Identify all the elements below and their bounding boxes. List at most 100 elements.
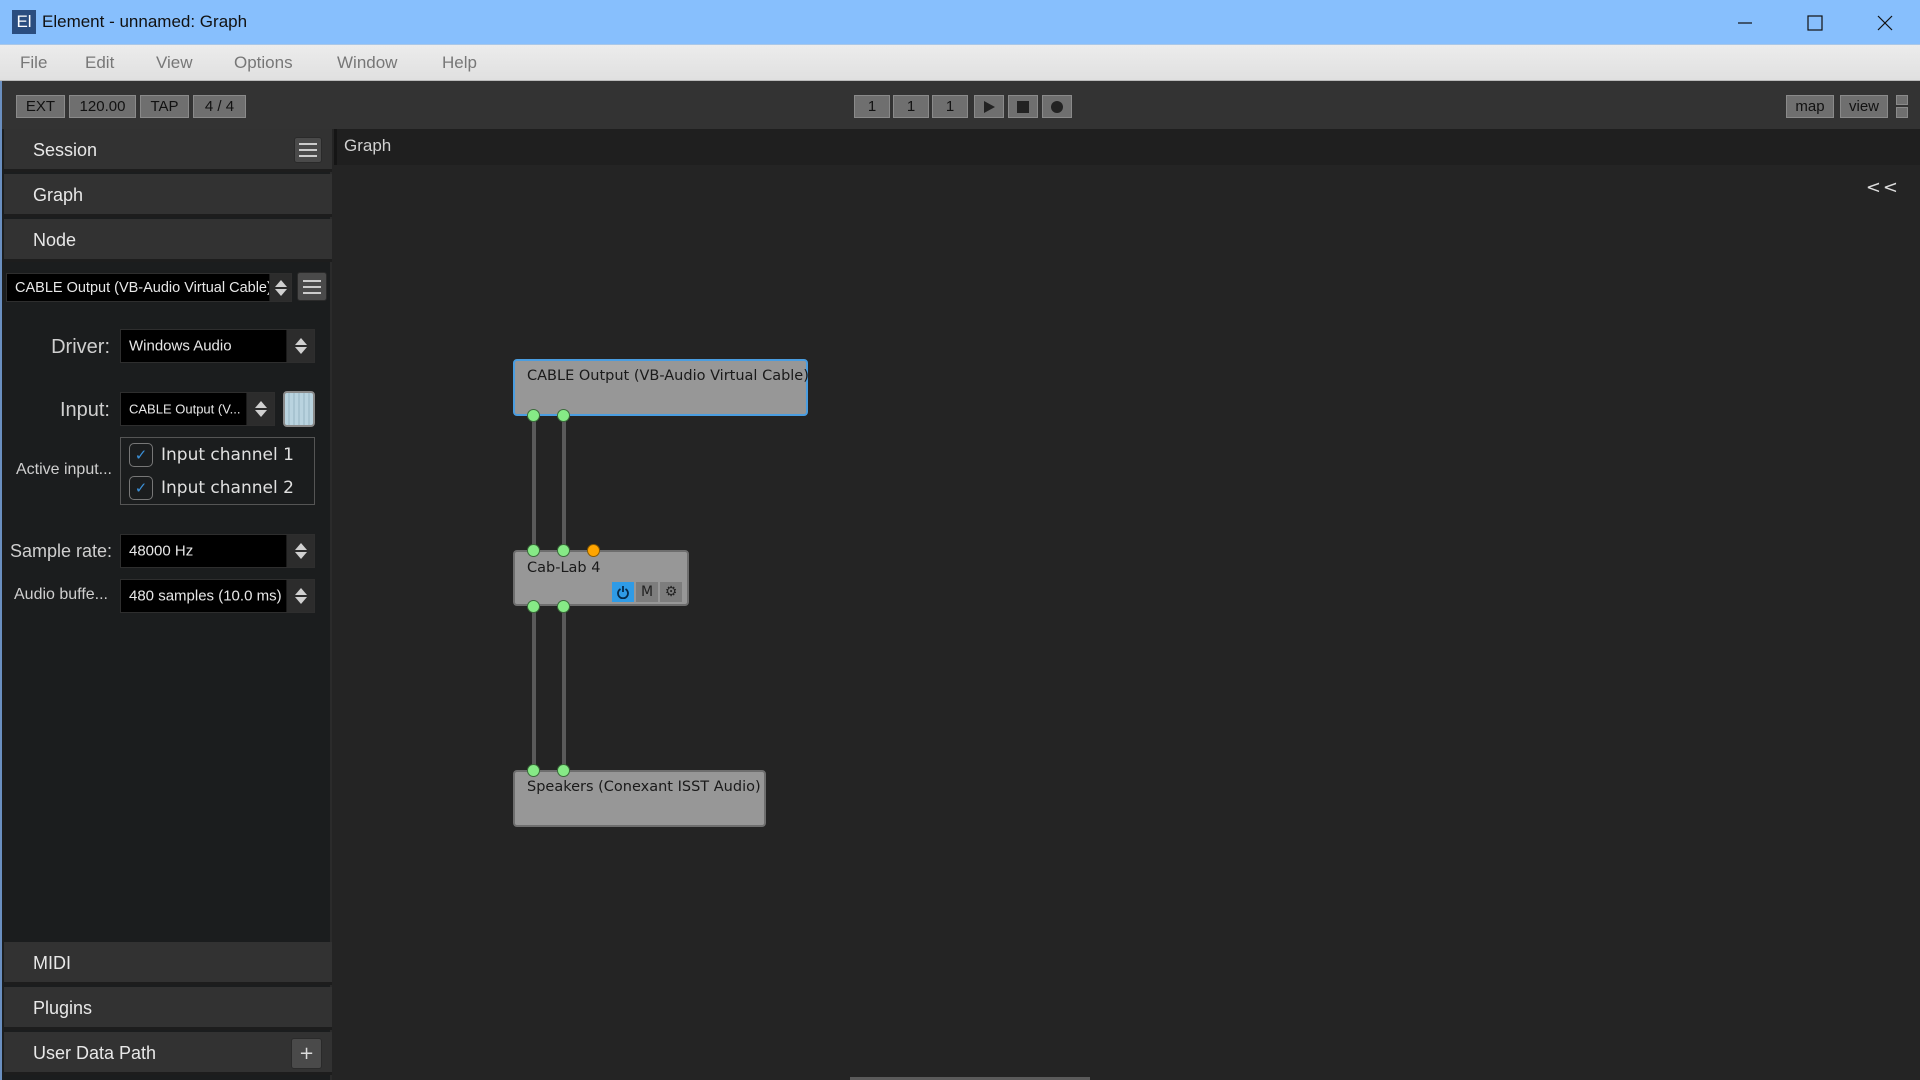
menu-options[interactable]: Options [234, 53, 293, 73]
menu-bar: File Edit View Options Window Help [0, 45, 1920, 81]
panel-node[interactable]: Node [4, 219, 332, 262]
menu-view[interactable]: View [156, 53, 193, 73]
input-channel-2-row[interactable]: ✓ Input channel 2 [129, 475, 294, 501]
connection-wire[interactable] [532, 606, 536, 771]
close-button[interactable] [1850, 0, 1920, 45]
connection-wire[interactable] [562, 416, 566, 551]
audio-output-port[interactable] [557, 600, 570, 613]
input-label: Input: [59, 399, 110, 421]
app-logo-icon: El [12, 10, 36, 34]
panel-plugins[interactable]: Plugins [4, 987, 332, 1030]
maximize-icon [1807, 14, 1823, 31]
input-channel-1-checkbox[interactable]: ✓ [129, 443, 153, 467]
mute-label: M [640, 584, 654, 600]
view-button[interactable]: view [1840, 95, 1888, 118]
node-settings-button[interactable]: ⚙ [660, 582, 682, 602]
input-channel-1-row[interactable]: ✓ Input channel 1 [129, 442, 294, 468]
driver-select[interactable]: Windows Audio [120, 329, 315, 363]
menu-edit[interactable]: Edit [85, 53, 114, 73]
input-value: CABLE Output (V... [129, 401, 241, 417]
arrow-up-icon [294, 543, 307, 550]
position-ticks[interactable]: 1 [932, 95, 968, 118]
time-signature-field[interactable]: 4 / 4 [193, 95, 246, 118]
node-selector[interactable]: CABLE Output (VB-Audio Virtual Cable) [6, 273, 292, 302]
midi-input-port[interactable] [587, 544, 600, 557]
driver-label: Driver: [51, 336, 110, 358]
audio-output-port[interactable] [527, 600, 540, 613]
tap-tempo-button[interactable]: TAP [140, 95, 189, 118]
hamburger-line [303, 291, 321, 294]
stop-icon [1017, 101, 1029, 113]
sample-rate-spin[interactable] [286, 535, 314, 567]
audio-output-port[interactable] [557, 409, 570, 422]
panel-graph[interactable]: Graph [4, 174, 332, 217]
panel-user-data-path-label: User Data Path [33, 1043, 157, 1063]
node-menu-button[interactable] [297, 272, 327, 301]
hamburger-line [299, 149, 317, 151]
checkmark-icon: ✓ [134, 479, 148, 497]
checkmark-icon: ✓ [134, 446, 148, 464]
node-title: CABLE Output (VB-Audio Virtual Cable) [527, 368, 809, 384]
play-icon [984, 101, 995, 113]
session-menu-button[interactable] [294, 137, 322, 163]
node-selector-value: CABLE Output (VB-Audio Virtual Cable) [15, 279, 272, 296]
audio-input-port[interactable] [557, 764, 570, 777]
graph-editor[interactable]: Graph << CABLE Output (VB-Audio Virtual … [334, 129, 1920, 1080]
map-button[interactable]: map [1786, 95, 1834, 118]
graph-node-cable-output[interactable]: CABLE Output (VB-Audio Virtual Cable) [513, 359, 809, 416]
sidebar: Session Graph Node CABLE Output (VB-Audi… [0, 129, 332, 1080]
record-button[interactable] [1042, 95, 1072, 118]
arrow-up-icon [294, 588, 307, 595]
minimize-button[interactable] [1710, 0, 1780, 45]
audio-input-port[interactable] [527, 764, 540, 777]
play-button[interactable] [974, 95, 1004, 118]
tempo-field[interactable]: 120.00 [69, 95, 136, 118]
active-inputs-group: ✓ Input channel 1 ✓ Input channel 2 [120, 437, 315, 505]
position-beats[interactable]: 1 [893, 95, 929, 118]
input-channel-1-label: Input channel 1 [161, 445, 294, 465]
audio-buffer-select[interactable]: 480 samples (10.0 ms) [120, 579, 315, 613]
graph-header: Graph [334, 129, 1920, 165]
gear-icon: ⚙ [664, 584, 678, 600]
panel-toggle-top[interactable] [1896, 95, 1908, 105]
audio-buffer-spin[interactable] [286, 580, 314, 612]
sync-button[interactable]: EXT [16, 95, 65, 118]
panel-graph-label: Graph [33, 185, 84, 205]
graph-node-speakers[interactable]: Speakers (Conexant ISST Audio) [513, 770, 766, 827]
node-power-button[interactable] [612, 582, 634, 602]
node-selector-spin[interactable] [269, 274, 291, 301]
input-level-meter[interactable] [283, 391, 315, 427]
audio-input-port[interactable] [527, 544, 540, 557]
maximize-button[interactable] [1780, 0, 1850, 45]
panel-midi[interactable]: MIDI [4, 942, 332, 985]
panel-toggle-bottom[interactable] [1896, 107, 1908, 118]
driver-value: Windows Audio [129, 337, 232, 355]
connection-wire[interactable] [562, 606, 566, 771]
hamburger-icon [303, 279, 321, 282]
hamburger-line [299, 155, 317, 157]
close-icon [1877, 15, 1893, 30]
connection-wire[interactable] [532, 416, 536, 551]
arrow-down-icon [294, 347, 307, 354]
input-spin[interactable] [246, 393, 274, 425]
arrow-down-icon [294, 597, 307, 604]
menu-file[interactable]: File [20, 53, 47, 73]
arrow-up-icon [294, 338, 307, 345]
panel-user-data-path[interactable]: User Data Path + [4, 1032, 332, 1075]
graph-node-cab-lab-4[interactable]: Cab-Lab 4 M ⚙ [513, 550, 689, 606]
node-mute-button[interactable]: M [636, 582, 658, 602]
panel-session[interactable]: Session [4, 129, 332, 172]
collapse-panel-button[interactable]: << [1866, 177, 1900, 198]
input-select[interactable]: CABLE Output (V... [120, 392, 275, 426]
sample-rate-select[interactable]: 48000 Hz [120, 534, 315, 568]
audio-output-port[interactable] [527, 409, 540, 422]
position-bars[interactable]: 1 [854, 95, 890, 118]
arrow-down-icon [294, 552, 307, 559]
input-channel-2-checkbox[interactable]: ✓ [129, 476, 153, 500]
driver-spin[interactable] [286, 330, 314, 362]
stop-button[interactable] [1008, 95, 1038, 118]
add-user-data-path-button[interactable]: + [291, 1038, 322, 1069]
menu-window[interactable]: Window [337, 53, 397, 73]
audio-input-port[interactable] [557, 544, 570, 557]
menu-help[interactable]: Help [442, 53, 477, 73]
